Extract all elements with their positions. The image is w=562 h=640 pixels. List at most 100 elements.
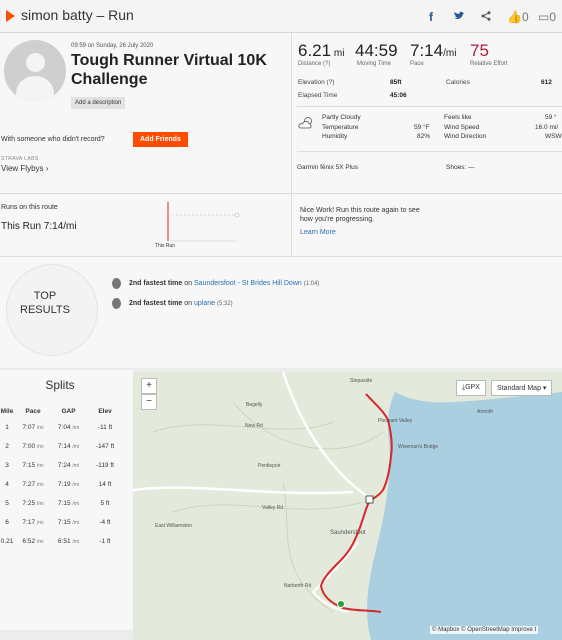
thumbs-up-icon: 👍 (507, 10, 522, 24)
avatar[interactable] (4, 40, 66, 102)
zoom-in-button[interactable]: + (141, 378, 157, 394)
split-gap: 7:14 /mi (57, 443, 80, 450)
comment-count: 0 (549, 10, 557, 24)
split-gap: 7:15 /mi (57, 519, 80, 526)
top-result-item: 2nd fastest time on uplane (5:32) (129, 300, 233, 307)
humidity-label: Humidity (322, 133, 348, 140)
split-gap: 6:51 /mi (57, 538, 80, 545)
weather-condition: Partly Cloudy (322, 114, 361, 121)
split-pace: 7:25 /mi (22, 500, 44, 507)
split-row: 2 7:00 /mi 7:14 /mi -147 ft (0, 437, 125, 456)
strava-labs-label: STRAVA LABS (1, 156, 39, 162)
split-mile: 4 (5, 481, 9, 488)
share-icon[interactable] (481, 11, 491, 21)
split-pace: 7:15 /mi (22, 462, 44, 469)
split-row: 4 7:27 /mi 7:19 /mi 14 ft (0, 475, 125, 494)
feels-like-label: Feels like (444, 114, 472, 121)
divider (297, 151, 562, 152)
avatar-body (16, 76, 54, 102)
moving-time-label: Moving Time (357, 61, 392, 67)
map-place-label: East Williamston (155, 523, 192, 529)
top-result-item: 2nd fastest time on Saundersfoot - St Br… (129, 280, 320, 287)
route-comparison-chart (167, 202, 240, 242)
map-place-label: Narberth Rd (284, 583, 312, 589)
divider (0, 193, 562, 194)
map-place-label: Pentlepoir (258, 463, 281, 469)
gpx-download-button[interactable]: ⤓GPX (456, 380, 486, 396)
top-results-title: TOP RESULTS (20, 290, 70, 316)
split-elev: -1 ft (99, 538, 111, 545)
breadcrumb[interactable]: simon batty – Run (21, 7, 134, 23)
segment-link[interactable]: Saundersfoot - St Brides Hill Down (194, 280, 302, 287)
silver-medal-icon (112, 298, 121, 309)
segment-link[interactable]: uplane (194, 300, 215, 307)
split-pace: 7:27 /mi (22, 481, 44, 488)
relative-effort-label: Relative Effort (470, 61, 508, 67)
relative-effort-value[interactable]: 75 (470, 41, 489, 61)
divider (0, 256, 562, 257)
sea-area (367, 392, 562, 640)
map-place-label: Begelly (246, 402, 263, 408)
split-elev: -147 ft (95, 443, 115, 450)
route-map[interactable] (133, 372, 562, 640)
split-mile: 0.21 (0, 538, 14, 545)
view-flybys-link[interactable]: View Flybys › (1, 164, 48, 173)
breadcrumb-arrow-icon (6, 10, 15, 22)
split-mile: 6 (5, 519, 9, 526)
split-row: 1 7:07 /mi 7:04 /mi -11 ft (0, 418, 125, 437)
feels-like-value: 59 ° (545, 114, 557, 121)
kudos-button[interactable]: 👍0 (507, 10, 529, 24)
split-elev: -11 ft (97, 424, 113, 431)
splits-header-row: Mile Pace GAP Elev (0, 404, 125, 418)
split-elev: 5 ft (100, 500, 110, 507)
comment-button[interactable]: ▭0 (538, 10, 556, 24)
split-gap: 7:24 /mi (57, 462, 80, 469)
zoom-out-button[interactable]: − (141, 394, 157, 410)
split-elev: 14 ft (98, 481, 112, 488)
split-mile: 5 (5, 500, 9, 507)
map-place-label: Wiseman's Bridge (398, 444, 439, 450)
wind-direction-value: WSW (545, 133, 562, 140)
elapsed-time-value: 45:06 (390, 92, 407, 99)
finish-marker (365, 495, 374, 504)
distance-value: 6.21 mi (298, 41, 345, 60)
split-mile: 3 (5, 462, 9, 469)
map-place-label: Pleasant Valley (378, 418, 413, 424)
start-marker (337, 600, 345, 608)
twitter-share-icon[interactable] (453, 11, 465, 21)
divider (291, 194, 292, 256)
calories-label: Calories (446, 79, 470, 86)
chart-this-run-label: This Run (155, 243, 176, 249)
add-friends-button[interactable]: Add Friends (133, 132, 188, 147)
map-place-label: Stepaside (350, 378, 373, 384)
elevation-label[interactable]: Elevation (?) (298, 79, 335, 86)
map-style-select[interactable]: Standard Map ▾ (491, 380, 553, 396)
pace-label: Pace (410, 61, 424, 67)
device-name: Garmin fēnix 5X Plus (297, 164, 359, 171)
divider (291, 33, 292, 193)
comment-icon: ▭ (538, 10, 550, 24)
map-place-label: Saundersfoot (330, 530, 366, 536)
shoes-label: Shoes: — (446, 164, 475, 171)
learn-more-link[interactable]: Learn More (300, 229, 336, 236)
distance-label: Distance (?) (298, 61, 331, 67)
map-place-label: Valley Rd (262, 505, 284, 511)
partly-cloudy-icon (298, 117, 312, 129)
split-mile: 2 (5, 443, 9, 450)
map-attribution[interactable]: © Mapbox © OpenStreetMap Improve t (430, 626, 539, 634)
route-point (234, 212, 240, 218)
facebook-share-icon[interactable]: f (429, 10, 433, 24)
split-mile: 1 (5, 424, 9, 431)
wind-speed-label: Wind Speed (444, 124, 480, 131)
wind-speed-value: 16.0 mi/ (535, 124, 559, 131)
add-description-button[interactable]: Add a description (71, 97, 126, 109)
split-row: 0.21 6:52 /mi 6:51 /mi -1 ft (0, 532, 125, 551)
split-elev: -119 ft (96, 462, 114, 469)
activity-title[interactable]: Tough Runner Virtual 10K Challenge (71, 51, 286, 89)
split-pace: 7:00 /mi (22, 443, 44, 450)
split-pace: 7:07 /mi (22, 424, 44, 431)
temperature-value: 59 °F (414, 124, 430, 131)
calories-value: 612 (541, 79, 552, 86)
split-gap: 7:04 /mi (57, 424, 80, 431)
splits-table: Mile Pace GAP Elev 1 7:07 /mi 7:04 /mi -11 … (0, 404, 125, 551)
